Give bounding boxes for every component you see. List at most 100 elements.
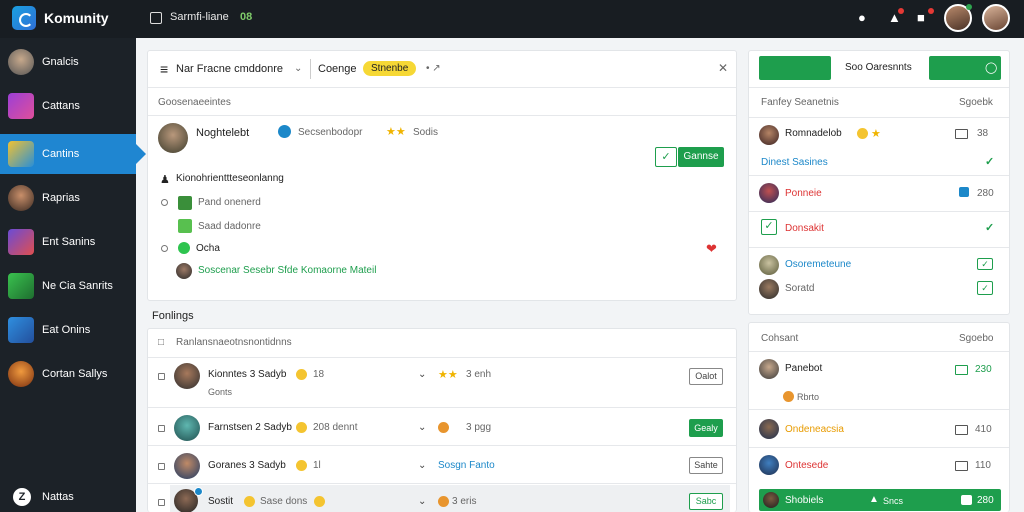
author-rating: Sodis — [413, 127, 439, 138]
row-count: Sase dons — [260, 496, 308, 507]
sidebar-item-label: Ent Sanins — [42, 236, 96, 248]
option-label[interactable]: Ocha — [196, 243, 220, 254]
save-icon[interactable] — [961, 495, 972, 505]
right-top-card: Soo Oaresnnts ◯ Fanfey Seanetnis Sgoebk … — [748, 50, 1010, 315]
sidebar-item-cantins[interactable]: Cantins — [0, 134, 146, 174]
option-label[interactable]: Saad dadonre — [198, 221, 261, 232]
sidebar-item-ne-cia-sanrits[interactable]: Ne Cia Sanrits — [0, 266, 136, 306]
menu-icon[interactable]: ≡ — [160, 61, 168, 77]
sidebar-footer-label[interactable]: Nattas — [42, 491, 74, 503]
komunity-logo-icon[interactable] — [12, 6, 36, 30]
avatar — [759, 359, 779, 379]
row-checkbox[interactable] — [158, 373, 165, 380]
row-name[interactable]: Ponneie — [785, 188, 822, 199]
mention-link[interactable]: Soscenar Sesebr Sfde Komaorne Mateil — [198, 265, 376, 276]
message-icon[interactable] — [955, 461, 968, 471]
row-button[interactable]: Gealy — [689, 419, 723, 437]
row-name[interactable]: Romnadelob — [785, 128, 842, 139]
sidebar-item-cattans[interactable]: Cattans — [0, 86, 136, 126]
row-name[interactable]: Ontesede — [785, 460, 828, 471]
row-button[interactable]: Sahte — [689, 457, 723, 474]
row-name[interactable]: Sostit — [208, 496, 233, 507]
check-button[interactable]: ✓ — [977, 281, 993, 295]
chevron-down-icon[interactable]: ⌄ — [294, 63, 302, 74]
section-right[interactable]: Sgoebk — [959, 97, 993, 108]
row-checkbox[interactable] — [158, 463, 165, 470]
search-label[interactable]: Sarmfi-liane — [170, 11, 229, 23]
avatar — [8, 361, 34, 387]
chevron-icon[interactable]: ⌄ — [418, 422, 426, 433]
friends-icon[interactable]: ● — [858, 11, 866, 25]
tab-coenge[interactable]: Coenge — [318, 63, 357, 75]
app-brand[interactable]: Komunity — [44, 10, 109, 26]
message-icon[interactable] — [955, 129, 968, 139]
search-icon[interactable] — [150, 12, 162, 24]
row-name[interactable]: Donsakit — [785, 223, 824, 234]
sidebar-item-gnalcis[interactable]: Gnalcis — [0, 42, 136, 82]
sidebar-item-label: Cantins — [42, 148, 80, 160]
messages-icon[interactable]: ■ — [917, 11, 925, 25]
pin-icon[interactable]: • ↗ — [426, 63, 441, 74]
save-icon[interactable] — [959, 187, 969, 197]
settings-icon[interactable]: Z — [13, 488, 31, 506]
row-name[interactable]: Farnstsen 2 Sadyb — [208, 422, 292, 433]
sidebar: Gnalcis Cattans Cantins Raprias Ent Sani… — [0, 38, 146, 512]
row-name[interactable]: Kionntes 3 Sadyb — [208, 369, 286, 380]
game-icon — [8, 273, 34, 299]
author-name[interactable]: Noghtelebt — [196, 127, 249, 139]
action-button[interactable]: Gannse — [678, 147, 724, 167]
emoji-icon — [438, 422, 449, 433]
emoji-icon — [244, 496, 255, 507]
option-radio[interactable] — [161, 199, 168, 206]
row-name[interactable]: Soratd — [785, 283, 814, 294]
avatar — [759, 279, 779, 299]
sidebar-item-ent-sanins[interactable]: Ent Sanins — [0, 222, 136, 262]
row-checkbox[interactable] — [158, 425, 165, 432]
emoji-icon — [296, 460, 307, 471]
profile-avatar[interactable] — [982, 4, 1010, 32]
checkbox-checked[interactable]: ✓ — [761, 219, 777, 235]
chevron-icon[interactable]: ⌄ — [418, 369, 426, 380]
status-chip[interactable]: Stnenbe — [363, 61, 417, 76]
divider — [749, 175, 1009, 176]
avatar — [176, 263, 192, 279]
chevron-icon[interactable]: ⌄ — [418, 460, 426, 471]
check-button[interactable]: ✓ — [655, 147, 677, 167]
row-sub: Rbrto — [797, 392, 820, 402]
check-button[interactable]: ✓ — [977, 258, 993, 270]
refresh-icon[interactable]: ◯ — [985, 61, 997, 74]
close-icon[interactable]: ✕ — [718, 61, 728, 75]
option-label[interactable]: Pand onenerd — [198, 197, 261, 208]
star-icon: ★★ — [438, 369, 458, 381]
heart-icon[interactable]: ❤ — [706, 241, 717, 257]
sidebar-item-raprias[interactable]: Raprias — [0, 178, 136, 218]
message-icon[interactable] — [955, 425, 968, 435]
star-icon: ★ — [871, 128, 881, 140]
author-avatar[interactable] — [158, 123, 188, 153]
row-sub[interactable]: Dinest Sasines — [761, 157, 828, 168]
section-right[interactable]: Sgoebo — [959, 333, 993, 344]
row-count: 1l — [313, 460, 321, 471]
row-button[interactable]: Sabc — [689, 493, 723, 510]
message-icon[interactable] — [955, 365, 968, 375]
row-button[interactable]: Oalot — [689, 368, 723, 385]
tab-center[interactable]: Soo Oaresnnts — [845, 62, 912, 73]
post-card: ≡ Nar Fracne cmddonre ⌄ Coenge Stnenbe •… — [147, 50, 737, 301]
subheading: Kionohrienttteseonlanng — [176, 173, 284, 184]
divider — [749, 247, 1009, 248]
row-name[interactable]: Goranes 3 Sadyb — [208, 460, 286, 471]
divider — [749, 87, 1009, 88]
sidebar-item-eat-onins[interactable]: Eat Onins — [0, 310, 136, 350]
verified-icon — [278, 125, 291, 138]
row-name[interactable]: Osoremeteune — [785, 259, 851, 270]
row-meta[interactable]: Sosgn Fanto — [438, 460, 495, 471]
row-checkbox[interactable] — [158, 499, 165, 506]
tab-left-button[interactable] — [759, 56, 831, 80]
chevron-icon[interactable]: ⌄ — [418, 496, 426, 507]
online-dot — [966, 4, 972, 10]
sidebar-item-cortan-sallys[interactable]: Cortan Sallys — [0, 354, 136, 394]
option-radio[interactable] — [161, 245, 168, 252]
row-name[interactable]: Ondeneacsia — [785, 424, 844, 435]
row-name[interactable]: Shobiels — [785, 495, 823, 506]
row-name[interactable]: Panebot — [785, 363, 822, 374]
